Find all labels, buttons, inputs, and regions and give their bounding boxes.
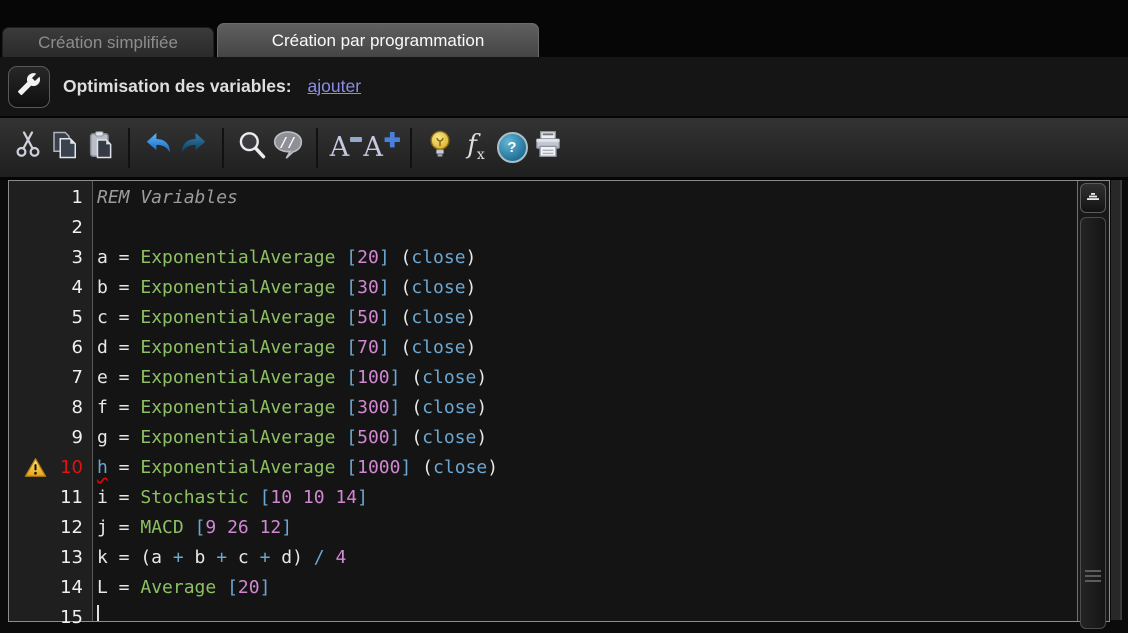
tab-label: Création simplifiée (38, 32, 178, 52)
insert-function-icon: fx (467, 130, 485, 164)
code-line[interactable]: c = ExponentialAverage [50] (close) (97, 303, 1077, 333)
scrollbar-grip-icon (1085, 570, 1101, 585)
copy-button[interactable] (47, 128, 81, 168)
code-line[interactable]: g = ExponentialAverage [500] (close) (97, 423, 1077, 453)
help-button[interactable]: ? (495, 128, 529, 168)
search-button[interactable] (235, 128, 269, 168)
line-number: 11 (60, 487, 83, 508)
tab-strip: Création simplifiée Création par program… (0, 0, 1128, 57)
line-number: 9 (71, 427, 83, 448)
undo-icon (142, 129, 174, 166)
line-number: 15 (60, 607, 83, 628)
print-icon (532, 129, 564, 166)
line-number: 2 (71, 217, 83, 238)
code-line[interactable]: e = ExponentialAverage [100] (close) (97, 363, 1077, 393)
code-line[interactable]: d = ExponentialAverage [70] (close) (97, 333, 1077, 363)
scroll-up-icon (1086, 189, 1100, 207)
scrollbar-thumb[interactable] (1080, 217, 1106, 629)
toggle-comment-icon: // (272, 128, 304, 167)
svg-text://: // (280, 136, 296, 151)
increase-font-icon: A ✚ (363, 128, 401, 163)
hint-lightbulb-icon (426, 128, 454, 167)
line-number: 7 (71, 367, 83, 388)
code-line[interactable]: b = ExponentialAverage [30] (close) (97, 273, 1077, 303)
cut-icon (13, 129, 43, 166)
wrench-icon (17, 72, 41, 101)
tab-creation-simplifiee[interactable]: Création simplifiée (2, 27, 214, 57)
hint-button[interactable] (423, 128, 457, 168)
code-line[interactable]: f = ExponentialAverage [300] (close) (97, 393, 1077, 423)
editor-toolbar: // A A ✚ fx ? (0, 116, 1128, 180)
line-number: 6 (71, 337, 83, 358)
code-line[interactable]: h = ExponentialAverage [1000] (close) (97, 453, 1077, 483)
optimization-title: Optimisation des variables: (63, 76, 292, 96)
line-number: 8 (71, 397, 83, 418)
redo-button[interactable] (177, 128, 211, 168)
decrease-font-icon: A (330, 134, 363, 161)
print-button[interactable] (531, 128, 565, 168)
text-caret (97, 605, 99, 621)
line-number: 4 (71, 277, 83, 298)
line-number: 5 (71, 307, 83, 328)
add-variable-link[interactable]: ajouter (308, 76, 362, 97)
scroll-up-button[interactable] (1080, 183, 1106, 213)
gutter: 123456789 10 11 12 13 14 15 (9, 181, 93, 628)
code-line[interactable]: a = ExponentialAverage [20] (close) (97, 243, 1077, 273)
code-line[interactable] (97, 603, 1077, 621)
cut-button[interactable] (11, 128, 45, 168)
insert-function-button[interactable]: fx (459, 128, 493, 168)
panel-right-edge (1111, 180, 1122, 620)
optimization-bar: Optimisation des variables: ajouter (0, 57, 1128, 116)
variable-optimization-button[interactable] (8, 65, 50, 108)
code-line[interactable]: i = Stochastic [10 10 14] (97, 483, 1077, 513)
code-line[interactable]: j = MACD [9 26 12] (97, 513, 1077, 543)
redo-icon (178, 129, 210, 166)
toggle-comment-button[interactable]: // (271, 128, 305, 168)
line-number: 12 (60, 517, 83, 538)
code-line[interactable]: REM Variables (97, 183, 1077, 213)
toolbar-separator (410, 127, 412, 168)
line-number: 1 (71, 187, 83, 208)
paste-icon (85, 129, 115, 166)
line-number: 10 (9, 453, 92, 483)
toolbar-separator (128, 127, 130, 168)
line-number: 14 (60, 577, 83, 598)
tab-creation-par-programmation[interactable]: Création par programmation (217, 23, 539, 57)
tab-label: Création par programmation (271, 30, 485, 50)
copy-icon (49, 129, 79, 166)
search-icon (236, 128, 268, 167)
toolbar-separator (222, 127, 224, 168)
code-line[interactable]: L = Average [20] (97, 573, 1077, 603)
code-area[interactable]: REM Variables a = ExponentialAverage [20]… (93, 181, 1077, 621)
code-editor-panel: 123456789 10 11 12 13 14 15 REM Variables a = … (8, 180, 1110, 629)
increase-font-button[interactable]: A ✚ (363, 128, 401, 168)
paste-button[interactable] (83, 128, 117, 168)
help-icon: ? (496, 132, 528, 163)
toolbar-separator (316, 127, 318, 168)
line-number: 3 (71, 247, 83, 268)
undo-button[interactable] (141, 128, 175, 168)
code-line[interactable]: k = (a + b + c + d) / 4 (97, 543, 1077, 573)
vertical-scrollbar (1077, 181, 1109, 629)
decrease-font-button[interactable]: A (329, 128, 363, 168)
line-number: 13 (60, 547, 83, 568)
code-line[interactable] (97, 213, 1077, 243)
